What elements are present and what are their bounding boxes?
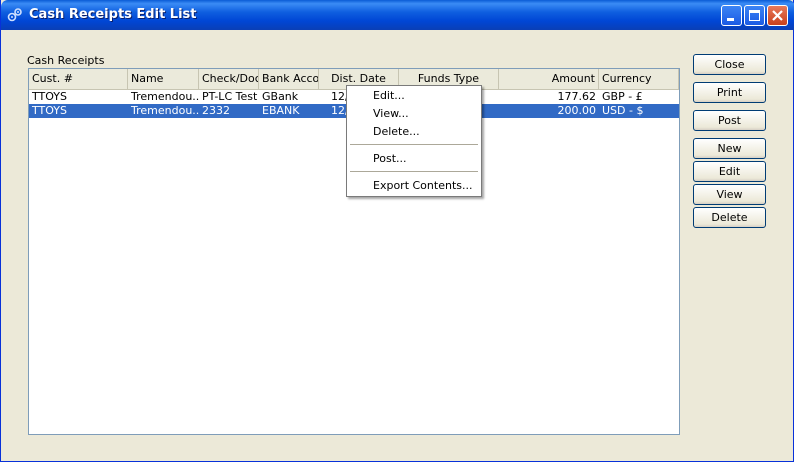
col-header-cust[interactable]: Cust. #	[29, 69, 128, 89]
col-header-currency[interactable]: Currency	[599, 69, 679, 89]
menu-item-view[interactable]: View...	[373, 106, 409, 122]
maximize-icon	[749, 10, 760, 21]
app-gear-icon	[7, 8, 22, 22]
title-bar[interactable]: Cash Receipts Edit List	[1, 0, 794, 30]
cell-check: 2332	[202, 104, 230, 117]
delete-button[interactable]: Delete	[693, 207, 766, 228]
window-title: Cash Receipts Edit List	[29, 7, 197, 22]
minimize-button[interactable]	[721, 5, 742, 26]
print-button[interactable]: Print	[693, 82, 766, 103]
cell-name: Tremendou...	[131, 90, 199, 103]
new-button[interactable]: New	[693, 138, 766, 159]
cell-currency: USD - $	[602, 104, 644, 117]
menu-item-edit[interactable]: Edit...	[373, 88, 405, 104]
edit-button[interactable]: Edit	[693, 161, 766, 182]
cell-cust: TTOYS	[32, 104, 68, 117]
post-button[interactable]: Post	[693, 110, 766, 131]
cell-amount: 177.62	[557, 90, 597, 103]
menu-separator	[350, 171, 478, 172]
close-button[interactable]: Close	[693, 54, 766, 75]
col-header-amount[interactable]: Amount	[499, 69, 599, 89]
col-header-bank[interactable]: Bank Accou	[259, 69, 319, 89]
cell-bank: EBANK	[262, 104, 300, 117]
col-header-check[interactable]: Check/Doc	[199, 69, 259, 89]
close-icon	[772, 10, 783, 21]
menu-item-export[interactable]: Export Contents...	[373, 178, 472, 194]
cell-bank: GBank	[262, 90, 299, 103]
cell-cust: TTOYS	[32, 90, 68, 103]
main-window: Cash Receipts Edit List Cash Receipts Cu…	[0, 0, 794, 462]
menu-item-post[interactable]: Post...	[373, 151, 407, 167]
menu-separator	[350, 144, 478, 145]
view-button[interactable]: View	[693, 184, 766, 205]
minimize-icon	[727, 18, 734, 21]
cell-currency: GBP - £	[602, 90, 643, 103]
cell-check: PT-LC Test	[202, 90, 258, 103]
cell-amount: 200.00	[557, 104, 597, 117]
menu-item-delete[interactable]: Delete...	[373, 124, 420, 140]
cell-name: Tremendou...	[131, 104, 199, 117]
close-window-button[interactable]	[767, 5, 788, 26]
cash-receipts-label: Cash Receipts	[27, 54, 105, 67]
col-header-name[interactable]: Name	[128, 69, 199, 89]
context-menu: Edit... View... Delete... Post... Export…	[346, 85, 482, 197]
maximize-button[interactable]	[744, 5, 765, 26]
